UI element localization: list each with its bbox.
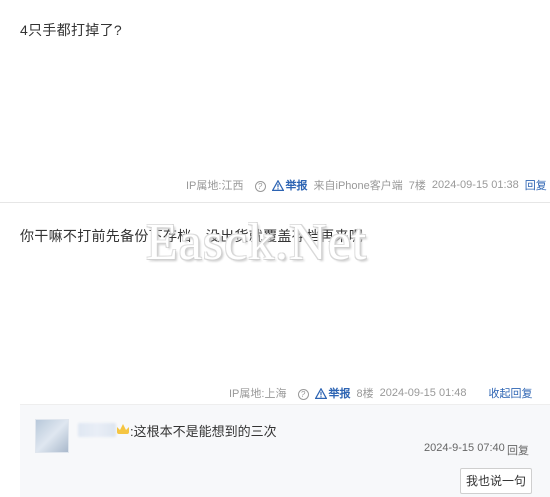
post-time: 2024-09-15 01:38 [431, 179, 519, 191]
vip-crown-icon [117, 424, 129, 434]
watermark: Easck.Net [146, 214, 368, 271]
floor-number: 8楼 [356, 388, 374, 400]
ip-location: IP属地:上海 ? [229, 385, 309, 401]
post-divider [0, 202, 550, 203]
warning-triangle-icon [271, 179, 284, 191]
add-comment-button[interactable]: 我也说一句 [460, 468, 532, 494]
floor-number: 7楼 [408, 180, 426, 192]
post-meta: IP属地:江西 ? 举报 来自iPhone客户端 7楼 2024-09-15 0… [186, 177, 550, 193]
warning-triangle-icon [314, 387, 327, 399]
source-label: 来自iPhone客户端 [313, 180, 403, 192]
post-content: 4只手都打掉了? [20, 22, 122, 38]
comment-reply-link[interactable]: 回复 [507, 442, 529, 458]
username[interactable] [78, 423, 116, 437]
post-meta: IP属地:上海 ? 举报 8楼 2024-09-15 01:48 收起回复 [229, 385, 539, 401]
reply-link[interactable]: 回复 [525, 177, 547, 193]
comment-divider [20, 404, 550, 405]
report-link[interactable]: 举报 [271, 177, 308, 193]
comment-section: :这根本不是能想到的三次 2024-9-15 07:40 回复 我也说一句 [20, 404, 550, 497]
question-circle-icon[interactable]: ? [254, 181, 266, 192]
ip-location: IP属地:江西 ? [186, 177, 266, 193]
comment-time: 2024-9-15 07:40 [424, 442, 505, 454]
avatar[interactable] [35, 419, 69, 453]
collapse-replies-link[interactable]: 收起回复 [489, 385, 533, 401]
comment-text: :这根本不是能想到的三次 [130, 424, 277, 439]
report-link[interactable]: 举报 [314, 385, 351, 401]
post-time: 2024-09-15 01:48 [379, 387, 467, 399]
question-circle-icon[interactable]: ? [297, 389, 309, 400]
